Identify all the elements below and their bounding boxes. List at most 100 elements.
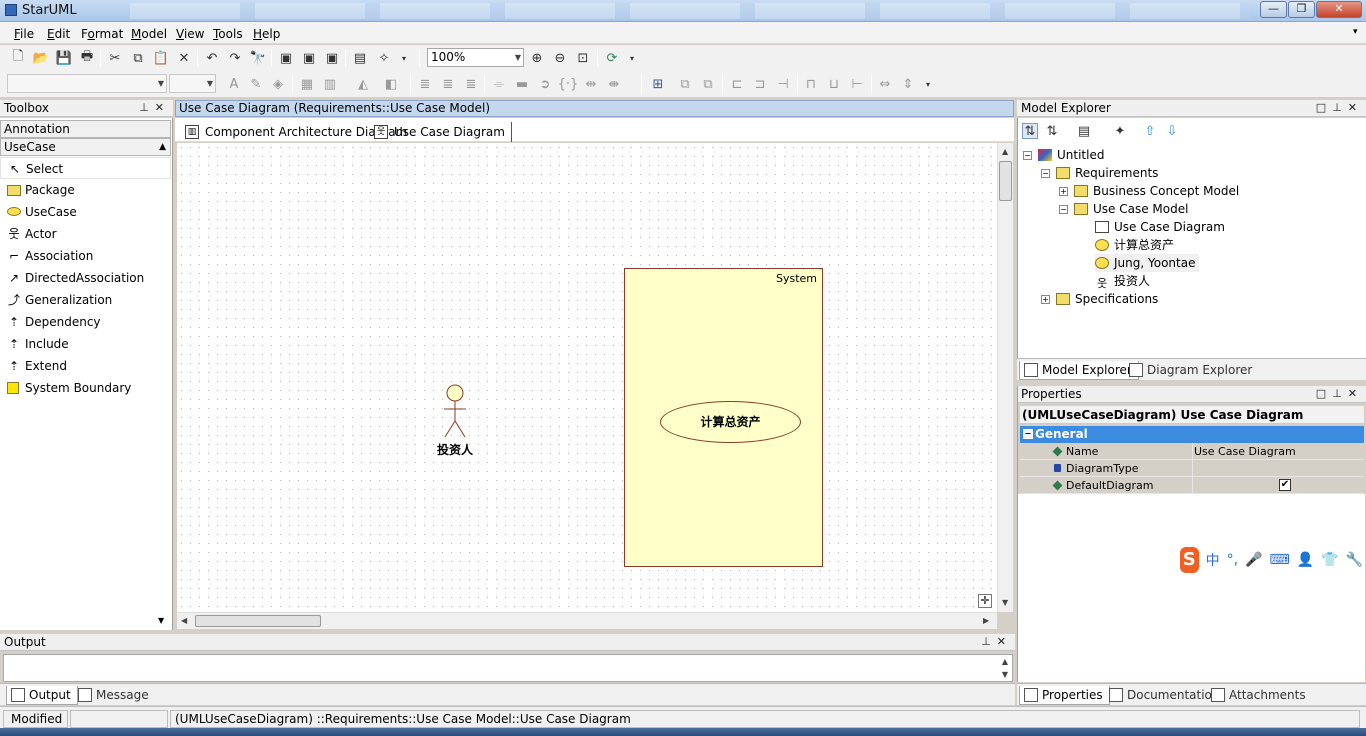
scroll-down-icon[interactable]: ▼ — [1002, 598, 1008, 607]
collapse-icon[interactable]: − — [1041, 169, 1050, 178]
tab-properties[interactable]: Properties — [1019, 686, 1110, 705]
shape-icon[interactable]: ➲ — [537, 76, 553, 92]
scroll-right-icon[interactable]: ▶ — [983, 616, 989, 625]
menu-edit[interactable]: Edit — [47, 27, 70, 41]
diagram-open-icon[interactable]: ▣ — [301, 50, 317, 66]
property-row-diagramtype[interactable]: DiagramType — [1020, 460, 1364, 477]
image-export-icon[interactable]: ▤ — [352, 50, 368, 66]
skin-icon[interactable]: 👕 — [1321, 552, 1338, 568]
font-icon[interactable]: A — [226, 76, 242, 92]
tree-item-usecase[interactable]: 计算总资产 — [1095, 236, 1174, 254]
align-top-icon[interactable]: ⊓ — [803, 76, 819, 92]
tree-item-jung-yoontae[interactable]: Jung, Yoontae — [1095, 254, 1200, 272]
wrench-icon[interactable]: 🔧 — [1346, 552, 1363, 568]
microphone-icon[interactable]: 🎤 — [1245, 552, 1262, 568]
print-icon[interactable]: 🖶 — [79, 49, 95, 66]
panel-pin-close-icons[interactable]: ⊥✕ — [981, 634, 1012, 650]
tool-directed-association[interactable]: ↗ DirectedAssociation — [0, 267, 171, 289]
user-icon[interactable]: 👤 — [1297, 552, 1314, 568]
scroll-down-icon[interactable]: ▼ — [158, 616, 164, 625]
align-center-icon[interactable]: ⊣ — [775, 76, 791, 92]
diagram-canvas[interactable] — [177, 143, 997, 612]
undo-icon[interactable]: ↶ — [204, 50, 220, 66]
navigator-icon[interactable]: ✛ — [978, 594, 992, 608]
collapse-icon[interactable]: − — [1059, 205, 1068, 214]
expand-icon[interactable]: + — [1059, 187, 1068, 196]
menu-overflow-icon[interactable]: ▾ — [1353, 27, 1358, 37]
usecase-node[interactable]: 计算总资产 — [660, 401, 801, 443]
property-value[interactable]: Use Case Diagram — [1192, 443, 1364, 460]
tab-message[interactable]: Message — [74, 686, 155, 705]
font-size-select[interactable]: ▼ — [169, 74, 216, 93]
menu-file[interactable]: File — [14, 27, 34, 41]
pen-icon[interactable]: ✎ — [248, 76, 264, 92]
menu-format[interactable]: Format — [81, 27, 123, 41]
collapse-icon[interactable]: − — [1023, 151, 1032, 160]
ime-punctuation-icon[interactable]: °, — [1227, 552, 1238, 568]
line-style-icon[interactable]: ▦ — [299, 76, 315, 92]
tab-diagram-explorer[interactable]: Diagram Explorer — [1125, 361, 1258, 380]
tool-dependency[interactable]: ⇡ Dependency — [0, 311, 171, 333]
diagram-add-icon[interactable]: ▣ — [278, 50, 294, 66]
spacing-2-icon[interactable]: ⇼ — [606, 76, 622, 92]
close-button[interactable]: ✕ — [1316, 1, 1362, 18]
fill-icon[interactable]: ◈ — [270, 76, 286, 92]
expand-icon[interactable]: + — [1041, 295, 1050, 304]
toolbox-section-annotation[interactable]: Annotation — [0, 120, 171, 138]
menu-model[interactable]: Model — [131, 27, 167, 41]
chevron-down-icon[interactable]: ▾ — [624, 50, 640, 66]
tool-select[interactable]: ↖ Select — [0, 157, 171, 179]
scroll-up-icon[interactable]: ▲ — [1002, 147, 1008, 156]
tool-system-boundary[interactable]: System Boundary — [0, 377, 171, 399]
tree-item-use-case-model[interactable]: − Use Case Model — [1059, 200, 1188, 218]
distribute-v-icon[interactable]: ⇕ — [900, 76, 916, 92]
property-category-general[interactable]: − General — [1020, 426, 1364, 443]
diagram-vertical-scrollbar[interactable]: ▲ ▼ — [997, 143, 1013, 612]
zoom-out-icon[interactable]: ⊖ — [552, 50, 568, 66]
tree-item-use-case-diagram[interactable]: Use Case Diagram — [1095, 218, 1225, 236]
property-row-defaultdiagram[interactable]: DefaultDiagram ✔ — [1020, 477, 1364, 494]
tool-generalization[interactable]: ⤴ Generalization — [0, 289, 171, 311]
panel-window-icons[interactable]: □⊥✕ — [1316, 100, 1363, 116]
tree-item-actor[interactable]: 웃 投资人 — [1095, 272, 1150, 290]
distribute-h-icon[interactable]: ⇔ — [877, 76, 893, 92]
panel-window-icons[interactable]: □⊥✕ — [1316, 386, 1363, 402]
tree-item-business-concept-model[interactable]: + Business Concept Model — [1059, 182, 1239, 200]
tree-icon[interactable]: ⊞ — [650, 76, 666, 92]
magic-icon[interactable]: ✧ — [376, 50, 392, 66]
align-bottom-icon[interactable]: ⊔ — [826, 76, 842, 92]
note-icon[interactable]: ⌯ — [491, 76, 507, 92]
chevron-down-icon[interactable]: ▾ — [920, 76, 936, 92]
delete-icon[interactable]: ✕ — [176, 50, 192, 66]
align-left-icon[interactable]: ⊏ — [729, 76, 745, 92]
ime-chinese-icon[interactable]: 中 — [1206, 550, 1220, 570]
zoom-select[interactable]: 100% ▼ — [427, 48, 524, 67]
line-color-icon[interactable]: ◭ — [355, 76, 371, 92]
toolbox-section-usecase[interactable]: UseCase ▲ — [0, 138, 171, 156]
tool-usecase[interactable]: UseCase — [0, 201, 171, 223]
scroll-down-icon[interactable]: ▼ — [1002, 670, 1008, 679]
box-icon[interactable]: ▬ — [514, 76, 530, 92]
scroll-thumb[interactable] — [999, 161, 1012, 201]
menu-view[interactable]: View — [176, 27, 204, 41]
scroll-thumb[interactable] — [195, 615, 321, 627]
tab-model-explorer[interactable]: Model Explorer — [1019, 361, 1139, 380]
tool-extend[interactable]: ⇡ Extend — [0, 355, 171, 377]
back-icon[interactable]: ⧉ — [700, 76, 716, 92]
paste-icon[interactable]: 📋 — [153, 50, 169, 66]
menu-help[interactable]: Help — [253, 27, 280, 41]
default-diagram-checkbox[interactable]: ✔ — [1279, 479, 1291, 491]
save-icon[interactable]: 💾 — [56, 50, 72, 66]
tab-attachments[interactable]: Attachments — [1207, 686, 1312, 705]
tree-item-requirements[interactable]: − Requirements — [1041, 164, 1158, 182]
front-icon[interactable]: ⧉ — [677, 76, 693, 92]
refresh-icon[interactable]: ⟳ — [604, 50, 620, 66]
tree-item-untitled[interactable]: − Untitled — [1023, 146, 1104, 164]
scroll-up-icon[interactable]: ▲ — [1002, 657, 1008, 666]
minimize-button[interactable]: — — [1260, 1, 1287, 18]
sort-desc-icon[interactable]: ⇅ — [1044, 123, 1060, 139]
output-text-area[interactable]: ▲ ▼ — [3, 654, 1013, 682]
panel-pin-close-icons[interactable]: ⊥✕ — [139, 100, 170, 116]
font-name-select[interactable]: ▼ — [7, 74, 167, 93]
tool-actor[interactable]: 웃 Actor — [0, 223, 171, 245]
